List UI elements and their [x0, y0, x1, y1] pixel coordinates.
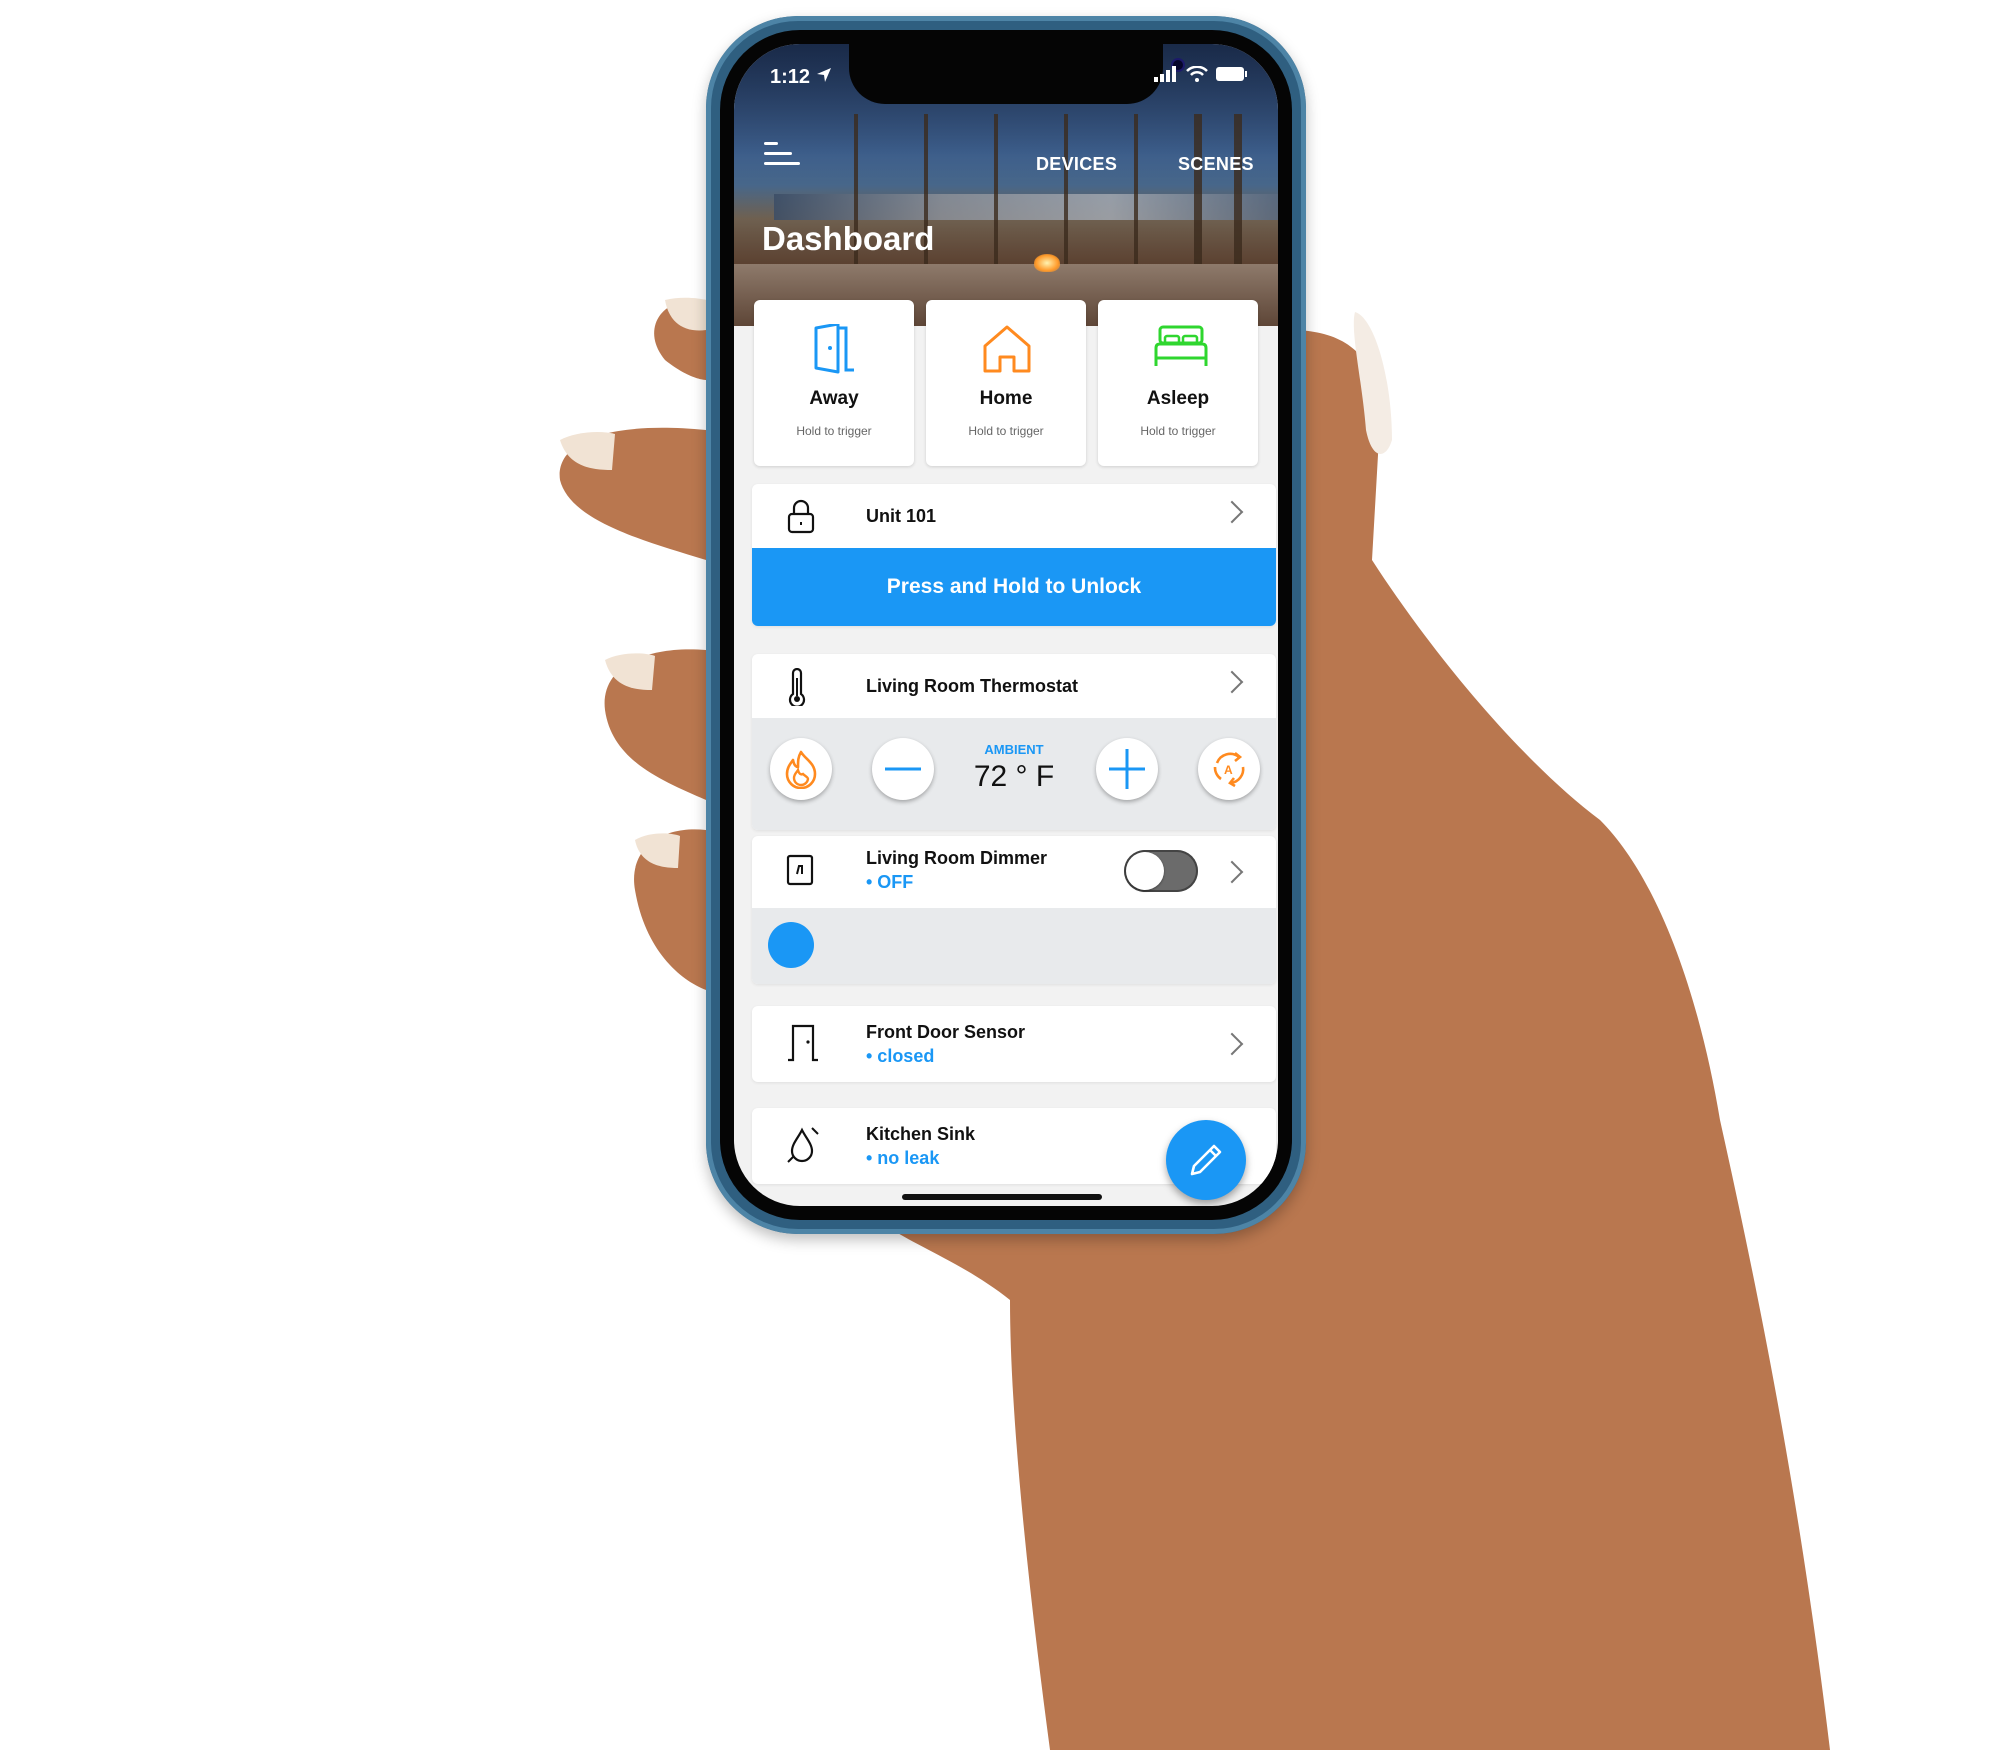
thermostat-controls: AMBIENT 72 ° F A	[752, 718, 1276, 830]
scene-subtitle: Hold to trigger	[968, 424, 1044, 438]
fan-auto-button[interactable]: A	[1198, 738, 1260, 800]
leak-sensor-name: Kitchen Sink	[866, 1124, 976, 1144]
thermostat-name: Living Room Thermostat	[866, 676, 1079, 696]
chevron-right-icon[interactable]	[1220, 1032, 1244, 1056]
auto-cycle-icon: A	[1213, 751, 1245, 788]
dimmer-name: Living Room Dimmer	[866, 848, 1048, 868]
dimmer-card: Living Room Dimmer • OFF	[752, 836, 1276, 984]
scene-name: Asleep	[1146, 388, 1210, 409]
scene-name: Away	[809, 388, 859, 409]
thermostat-card: Living Room Thermostat AMBIENT 72 ° F A	[752, 654, 1276, 830]
increase-temperature-button[interactable]	[1096, 738, 1158, 800]
battery-icon	[1216, 67, 1247, 81]
scene-card-home[interactable]: Home Hold to trigger	[926, 300, 1086, 466]
dimmer-status: • OFF	[866, 872, 914, 892]
app-screen: 1:12 DEVICES SCENES Dashboard Away Hold …	[734, 44, 1278, 1206]
house-icon	[983, 325, 1031, 373]
wifi-icon	[1186, 66, 1208, 82]
phone-frame: 1:12 DEVICES SCENES Dashboard Away Hold …	[706, 16, 1306, 1234]
chevron-right-icon[interactable]	[1220, 500, 1244, 524]
padlock-icon	[787, 499, 815, 534]
press-and-hold-unlock-button[interactable]: Press and Hold to Unlock	[752, 548, 1276, 626]
status-icons	[1154, 66, 1248, 82]
chevron-right-icon[interactable]	[1220, 860, 1244, 884]
tab-devices[interactable]: DEVICES	[1036, 154, 1117, 175]
status-time: 1:12	[770, 66, 832, 89]
lock-name: Unit 101	[866, 506, 937, 526]
light-switch-icon	[786, 854, 814, 886]
dimmer-power-toggle[interactable]	[1124, 850, 1198, 892]
cellular-signal-icon	[1154, 66, 1176, 82]
edit-fab-button[interactable]	[1166, 1120, 1246, 1200]
fire-pit	[1034, 254, 1060, 272]
home-indicator[interactable]	[902, 1194, 1102, 1200]
pencil-icon	[1190, 1144, 1222, 1176]
toggle-knob	[1126, 852, 1164, 890]
scene-card-asleep[interactable]: Asleep Hold to trigger	[1098, 300, 1258, 466]
thermostat-row[interactable]: Living Room Thermostat	[752, 654, 1276, 718]
scene-name: Home	[979, 388, 1033, 409]
water-drop-icon	[787, 1127, 819, 1163]
bed-icon	[1154, 325, 1208, 366]
thermometer-icon	[788, 668, 806, 706]
dimmer-level-slider[interactable]	[752, 908, 1276, 984]
page-title: Dashboard	[762, 220, 935, 257]
dimmer-row[interactable]: Living Room Dimmer • OFF	[752, 836, 1276, 908]
hamburger-menu-icon[interactable]	[764, 142, 804, 172]
door-sensor-name: Front Door Sensor	[866, 1022, 1026, 1042]
clock-text: 1:12	[770, 66, 811, 88]
lock-row[interactable]: Unit 101	[752, 484, 1276, 548]
bay-view	[774, 194, 1278, 220]
door-sensor-status: • closed	[866, 1046, 935, 1066]
dimmer-slider-handle[interactable]	[768, 922, 814, 968]
scene-subtitle: Hold to trigger	[1140, 424, 1216, 438]
location-arrow-icon	[816, 68, 831, 82]
door-sensor-card: Front Door Sensor • closed	[752, 1006, 1276, 1082]
svg-text:A: A	[1224, 763, 1233, 777]
scene-subtitle: Hold to trigger	[796, 424, 872, 438]
tab-scenes[interactable]: SCENES	[1178, 154, 1254, 175]
ambient-label: AMBIENT	[984, 742, 1044, 757]
door-icon	[788, 1024, 818, 1062]
notch	[849, 44, 1185, 104]
leak-sensor-status: • no leak	[866, 1148, 940, 1168]
lock-card: Unit 101 Press and Hold to Unlock	[752, 484, 1276, 626]
chevron-right-icon[interactable]	[1220, 670, 1244, 694]
plus-icon	[1109, 749, 1145, 789]
door-open-icon	[814, 324, 854, 374]
scene-card-away[interactable]: Away Hold to trigger	[754, 300, 914, 466]
door-sensor-row[interactable]: Front Door Sensor • closed	[752, 1006, 1276, 1082]
